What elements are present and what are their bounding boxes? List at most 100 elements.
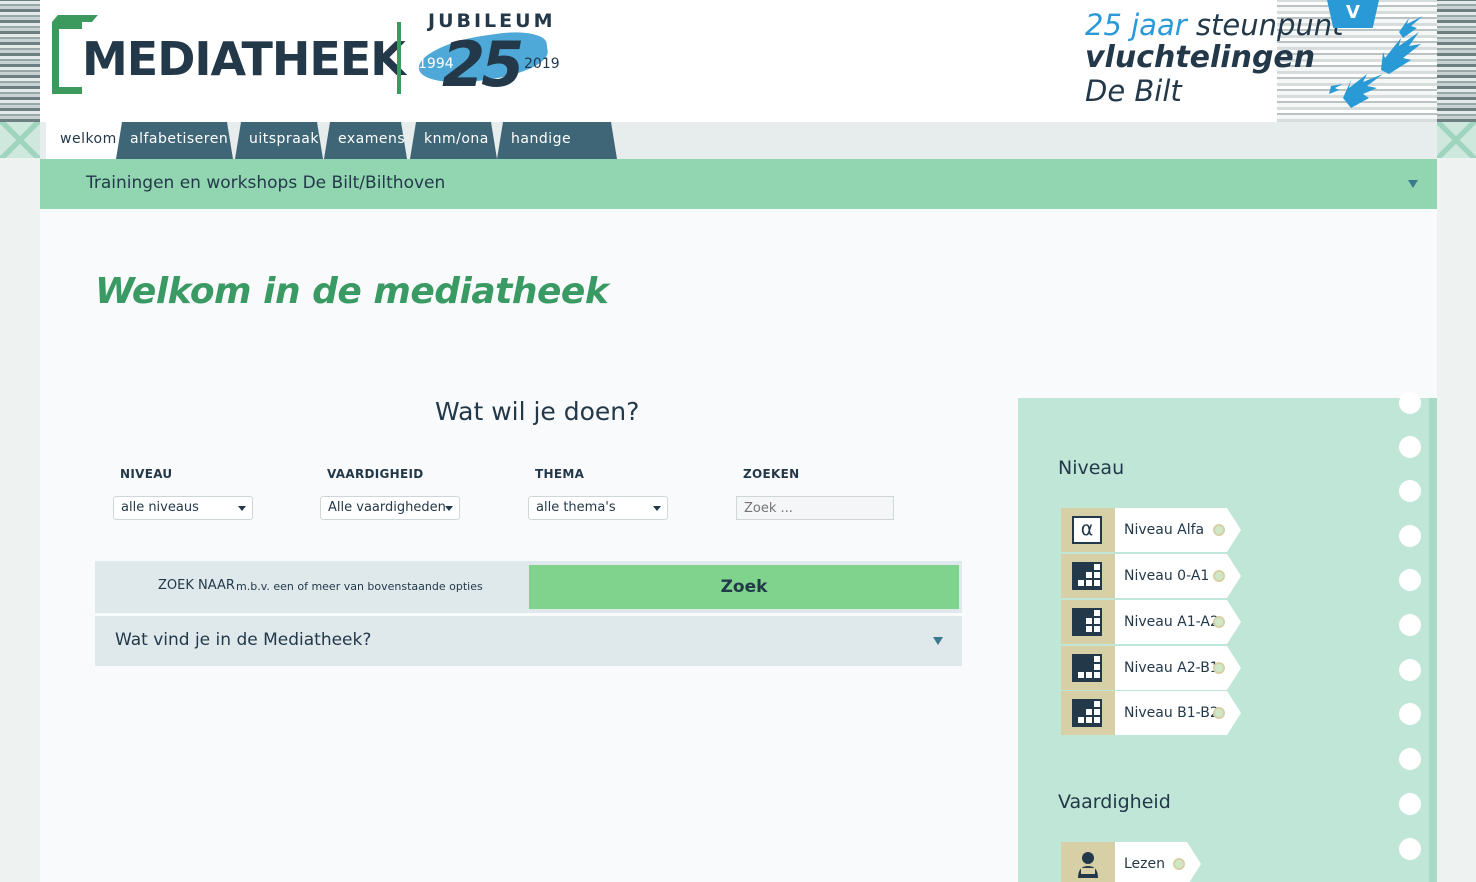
steunpunt-line3: De Bilt — [1085, 74, 1182, 108]
mediatheek-info-label: Wat vind je in de Mediatheek? — [115, 630, 372, 650]
level-niveau-alfa[interactable]: α Niveau Alfa — [1061, 508, 1241, 552]
level-label-text: Niveau 0-A1 — [1124, 568, 1210, 584]
level-niveau-a1-a2[interactable]: Niveau A1-A2 — [1061, 600, 1241, 644]
main-content: Welkom in de mediatheek Wat wil je doen?… — [40, 209, 1437, 882]
trainingen-dropdown[interactable]: Trainingen en workshops De Bilt/Bilthove… — [40, 159, 1437, 209]
steunpunt-banner: 25 jaar steunpunt vluchtelingen De Bilt … — [1067, 0, 1437, 122]
right-stripes-pattern — [1436, 0, 1476, 122]
level-icon-box — [1061, 691, 1115, 735]
vaardigheid-heading: Vaardigheid — [1058, 791, 1171, 813]
reader-icon — [1078, 852, 1098, 878]
filter-panel: Niveau α Niveau Alfa Niveau 0-A1 Niveau — [1018, 392, 1437, 882]
right-decor-strip — [1436, 0, 1476, 882]
level-grid-icon — [1072, 699, 1102, 727]
mediatheek-logo[interactable]: MEDIATHEEK — [52, 20, 406, 96]
right-diamond-pattern — [1436, 122, 1476, 158]
main-tabbar: welkom alfabetiseren uitspraak examens k… — [40, 122, 1437, 159]
level-label: Niveau Alfa — [1115, 508, 1241, 552]
level-bullet — [1213, 570, 1225, 582]
zoek-naar-label: ZOEK NAAR — [158, 578, 235, 593]
level-label: Niveau A1-A2 — [1115, 600, 1241, 644]
tab-alfabetiseren[interactable]: alfabetiseren — [116, 122, 233, 159]
level-niveau-b1-b2[interactable]: Niveau B1-B2 — [1061, 691, 1241, 735]
panel-hole — [1399, 525, 1421, 547]
level-label: Niveau A2-B1 — [1115, 646, 1241, 690]
alpha-icon: α — [1072, 516, 1102, 544]
panel-hole — [1399, 793, 1421, 815]
birds-icon — [1329, 16, 1423, 108]
niveau-heading: Niveau — [1058, 457, 1125, 479]
search-input[interactable] — [736, 496, 894, 520]
select-caret-icon — [238, 506, 246, 511]
panel-hole — [1399, 659, 1421, 681]
level-label-text: Niveau B1-B2 — [1124, 705, 1219, 721]
panel-hole — [1399, 436, 1421, 458]
niveau-select[interactable]: alle niveaus — [113, 496, 253, 520]
level-bullet — [1213, 524, 1225, 536]
skill-lezen[interactable]: Lezen — [1061, 842, 1201, 882]
niveau-select-value: alle niveaus — [121, 500, 199, 515]
jubileum-badge: JUBILEUM 25 1994 2019 — [412, 10, 562, 101]
tab-examens[interactable]: examens — [324, 122, 407, 159]
level-icon-box — [1061, 646, 1115, 690]
level-bullet — [1213, 707, 1225, 719]
panel-edge — [1429, 398, 1437, 882]
jubileum-year-end: 2019 — [524, 56, 560, 72]
zoeken-label: ZOEKEN — [743, 467, 800, 481]
logo-bracket-icon — [52, 22, 82, 94]
tab-knm-ona[interactable]: knm/ona — [410, 122, 497, 159]
vaardigheid-select[interactable]: Alle vaardigheden — [320, 496, 460, 520]
skill-icon-box — [1061, 842, 1115, 882]
level-niveau-a2-b1[interactable]: Niveau A2-B1 — [1061, 646, 1241, 690]
level-grid-icon — [1072, 562, 1102, 590]
left-stripes-pattern — [0, 0, 40, 122]
level-icon-box — [1061, 600, 1115, 644]
level-bullet — [1213, 616, 1225, 628]
level-label: Niveau B1-B2 — [1115, 691, 1241, 735]
zoek-row: ZOEK NAAR m.b.v. een of meer van bovenst… — [95, 561, 962, 613]
panel-hole — [1399, 569, 1421, 591]
panel-hole — [1399, 480, 1421, 502]
thema-label: THEMA — [535, 467, 585, 481]
zoek-naar-hint: m.b.v. een of meer van bovenstaande opti… — [236, 580, 483, 593]
level-grid-icon — [1072, 608, 1102, 636]
panel-hole — [1399, 703, 1421, 725]
vaardigheid-select-value: Alle vaardigheden — [328, 500, 446, 515]
page-title: Welkom in de mediatheek — [95, 271, 609, 312]
level-niveau-0-a1[interactable]: Niveau 0-A1 — [1061, 554, 1241, 598]
mediatheek-info-dropdown[interactable]: Wat vind je in de Mediatheek? — [95, 616, 962, 666]
level-icon-box: α — [1061, 508, 1115, 552]
select-caret-icon — [653, 506, 661, 511]
panel-hole — [1399, 748, 1421, 770]
left-diamond-pattern — [0, 122, 40, 158]
search-heading: Wat wil je doen? — [435, 397, 640, 426]
logo-text: MEDIATHEEK — [82, 32, 406, 86]
trainingen-label: Trainingen en workshops De Bilt/Bilthove… — [86, 173, 446, 193]
panel-hole — [1399, 392, 1421, 414]
level-label-text: Niveau A2-B1 — [1124, 660, 1219, 676]
tab-welkom[interactable]: welkom — [46, 122, 122, 159]
select-caret-icon — [445, 506, 453, 511]
vaardigheid-label: VAARDIGHEID — [327, 467, 424, 481]
chevron-down-icon — [933, 637, 943, 645]
level-label-text: Niveau Alfa — [1124, 522, 1205, 538]
skill-label-text: Lezen — [1124, 856, 1166, 872]
thema-select[interactable]: alle thema's — [528, 496, 668, 520]
level-label: Niveau 0-A1 — [1115, 554, 1241, 598]
steunpunt-line1-prefix: 25 jaar — [1085, 8, 1187, 42]
skill-bullet — [1173, 858, 1185, 870]
steunpunt-line2: vluchtelingen — [1085, 40, 1316, 75]
level-grid-icon — [1072, 654, 1102, 682]
jubileum-year-start: 1994 — [418, 56, 454, 72]
steunpunt-line1: 25 jaar steunpunt — [1085, 8, 1344, 42]
level-bullet — [1213, 662, 1225, 674]
panel-hole — [1399, 838, 1421, 860]
logo-bar — [397, 22, 401, 94]
panel-hole — [1399, 614, 1421, 636]
chevron-down-icon — [1408, 180, 1418, 188]
tab-uitspraak[interactable]: uitspraak — [235, 122, 323, 159]
zoek-button[interactable]: Zoek — [529, 565, 959, 609]
level-label-text: Niveau A1-A2 — [1124, 614, 1219, 630]
tab-handige-sites[interactable]: handige sites — [497, 122, 617, 159]
site-header: MEDIATHEEK JUBILEUM 25 1994 2019 25 jaar… — [40, 0, 1437, 122]
